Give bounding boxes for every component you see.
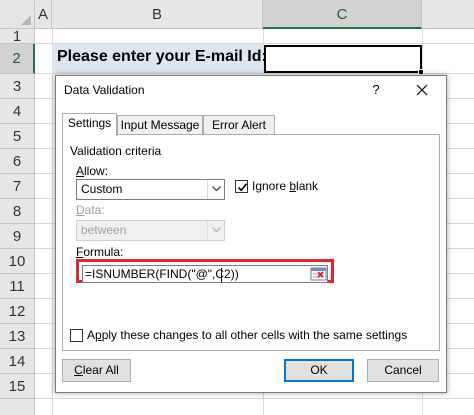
- row-header-3[interactable]: 3: [0, 74, 35, 99]
- column-header-a[interactable]: A: [35, 0, 52, 29]
- allow-dropdown-arrow[interactable]: [207, 180, 224, 199]
- row-header-10[interactable]: 10: [0, 249, 35, 274]
- dialog-titlebar[interactable]: Data Validation ?: [56, 76, 446, 104]
- close-button[interactable]: [411, 79, 433, 101]
- chevron-down-icon: [212, 186, 221, 192]
- row-header-8[interactable]: 8: [0, 199, 35, 224]
- ignore-blank-checkbox[interactable]: [235, 180, 248, 193]
- formula-input[interactable]: =ISNUMBER(FIND("@",C2)): [82, 265, 328, 283]
- gridline: [35, 398, 474, 399]
- data-validation-dialog: Data Validation ? Settings Input Message…: [55, 75, 447, 393]
- allow-value: Custom: [81, 182, 123, 196]
- collapse-dialog-icon: [310, 267, 327, 281]
- data-value: between: [81, 223, 127, 237]
- row-header-9[interactable]: 9: [0, 224, 35, 249]
- text-caret: [221, 268, 222, 282]
- chevron-down-icon: [212, 227, 221, 233]
- data-label: Data:: [76, 203, 105, 217]
- collapse-dialog-button[interactable]: [310, 267, 328, 282]
- row-header-7[interactable]: 7: [0, 174, 35, 199]
- row-header-6[interactable]: 6: [0, 149, 35, 174]
- group-title: Validation criteria: [70, 144, 162, 158]
- cell-b2-text: Please enter your E-mail Id:: [57, 48, 267, 65]
- data-dropdown: between: [76, 220, 225, 241]
- checkmark-icon: [237, 183, 248, 192]
- tab-error-alert[interactable]: Error Alert: [203, 115, 275, 135]
- select-all-icon: [21, 15, 31, 25]
- apply-all-checkbox[interactable]: [70, 329, 83, 342]
- dialog-title: Data Validation: [64, 83, 145, 97]
- formula-highlight: =ISNUMBER(FIND("@",C2)): [76, 259, 334, 283]
- cancel-button[interactable]: Cancel: [367, 359, 439, 382]
- row-header-1[interactable]: 1: [0, 29, 35, 44]
- row-header-11[interactable]: 11: [0, 274, 35, 299]
- allow-label: Allow:: [76, 164, 109, 178]
- select-all-corner[interactable]: [0, 0, 35, 29]
- row-header-16[interactable]: [0, 399, 35, 415]
- apply-all-label[interactable]: Apply these changes to all other cells w…: [87, 328, 407, 342]
- row-header-4[interactable]: 4: [0, 99, 35, 124]
- row-header-14[interactable]: 14: [0, 349, 35, 374]
- close-icon: [416, 84, 428, 96]
- gridline: [52, 29, 53, 415]
- ignore-blank-label[interactable]: Ignore blank: [252, 179, 318, 193]
- gridline: [35, 73, 474, 74]
- column-header-b[interactable]: B: [52, 0, 263, 29]
- formula-label: Formula:: [76, 245, 124, 259]
- settings-panel: Validation criteria Allow: Custom Ignore…: [62, 134, 440, 351]
- column-header-c[interactable]: C: [263, 0, 422, 29]
- allow-dropdown[interactable]: Custom: [76, 179, 225, 200]
- ok-button[interactable]: OK: [284, 359, 354, 382]
- row-header-15[interactable]: 15: [0, 374, 35, 399]
- clear-all-button[interactable]: Clear All: [62, 359, 131, 382]
- data-dropdown-arrow: [207, 221, 224, 240]
- row-header-5[interactable]: 5: [0, 124, 35, 149]
- tab-input-message[interactable]: Input Message: [117, 115, 203, 135]
- row-header-12[interactable]: 12: [0, 299, 35, 324]
- formula-value: =ISNUMBER(FIND("@",C2)): [85, 267, 239, 281]
- column-header-d[interactable]: [422, 0, 474, 29]
- cell-c2-active[interactable]: [264, 45, 422, 73]
- tab-settings[interactable]: Settings: [62, 113, 117, 136]
- row-header-13[interactable]: 13: [0, 324, 35, 349]
- row-header-2[interactable]: 2: [0, 44, 35, 74]
- help-button[interactable]: ?: [366, 80, 386, 100]
